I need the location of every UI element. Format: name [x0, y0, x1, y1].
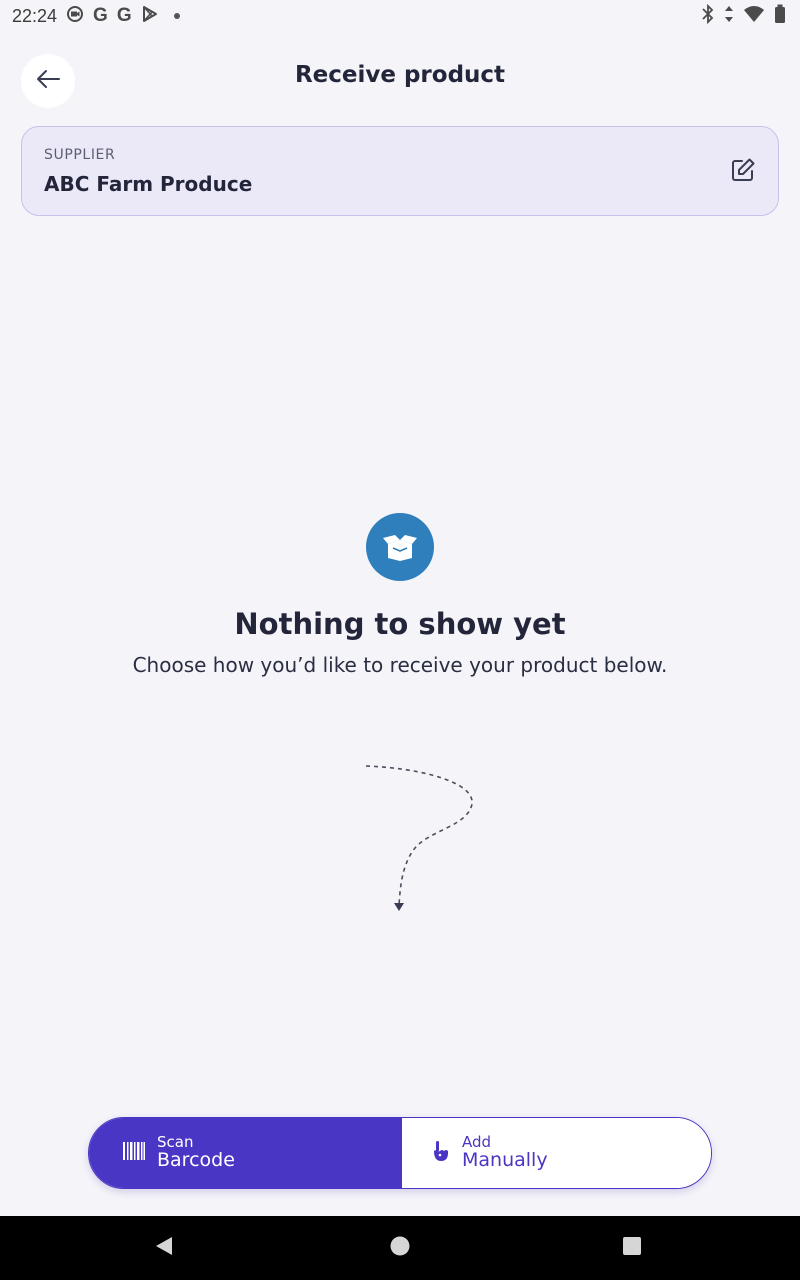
dot-icon — [173, 13, 180, 19]
status-time: 22:24 — [12, 5, 58, 26]
supplier-name: ABC Farm Produce — [44, 172, 253, 196]
nav-recents-button[interactable] — [620, 1236, 644, 1260]
supplier-label: SUPPLIER — [44, 147, 116, 163]
edit-icon — [730, 157, 756, 187]
wifi-icon — [743, 5, 765, 28]
battery-icon — [774, 4, 786, 29]
screen-record-icon — [66, 5, 84, 28]
nav-back-button[interactable] — [152, 1236, 176, 1260]
recents-square-icon — [622, 1236, 642, 1260]
nav-home-button[interactable] — [388, 1236, 412, 1260]
status-right — [701, 3, 786, 29]
manual-large-label: Manually — [462, 1148, 548, 1171]
add-manually-text: Add Manually — [462, 1134, 548, 1171]
barcode-icon — [123, 1141, 145, 1165]
empty-state-title: Nothing to show yet — [234, 607, 566, 641]
play-store-icon — [141, 5, 159, 28]
status-left: 22:24 G G — [12, 5, 180, 28]
data-arrows-icon — [724, 5, 734, 28]
dashed-arrow-icon — [365, 765, 473, 911]
scan-barcode-button[interactable]: Scan Barcode — [89, 1118, 402, 1188]
screen: 22:24 G G Receive product SUPPLIER ABC F… — [0, 0, 800, 1280]
add-manually-button[interactable]: Add Manually — [402, 1118, 711, 1188]
empty-state-subtitle: Choose how you’d like to receive your pr… — [132, 653, 668, 677]
receive-method-toggle: Scan Barcode Add Manually — [88, 1117, 712, 1189]
bluetooth-icon — [701, 3, 715, 29]
supplier-card: SUPPLIER ABC Farm Produce — [21, 126, 779, 216]
status-bar: 22:24 G G — [0, 0, 800, 32]
open-box-icon — [366, 513, 434, 581]
back-triangle-icon — [154, 1235, 174, 1261]
google-icon: G — [116, 5, 132, 26]
home-circle-icon — [389, 1235, 411, 1261]
page-title: Receive product — [294, 62, 506, 88]
google-icon: G — [93, 5, 108, 26]
edit-supplier-button[interactable] — [728, 157, 758, 187]
scan-barcode-text: Scan Barcode — [157, 1134, 235, 1171]
system-nav-bar — [0, 1216, 800, 1280]
hand-pointer-icon — [432, 1140, 450, 1166]
scan-large-label: Barcode — [157, 1148, 235, 1171]
